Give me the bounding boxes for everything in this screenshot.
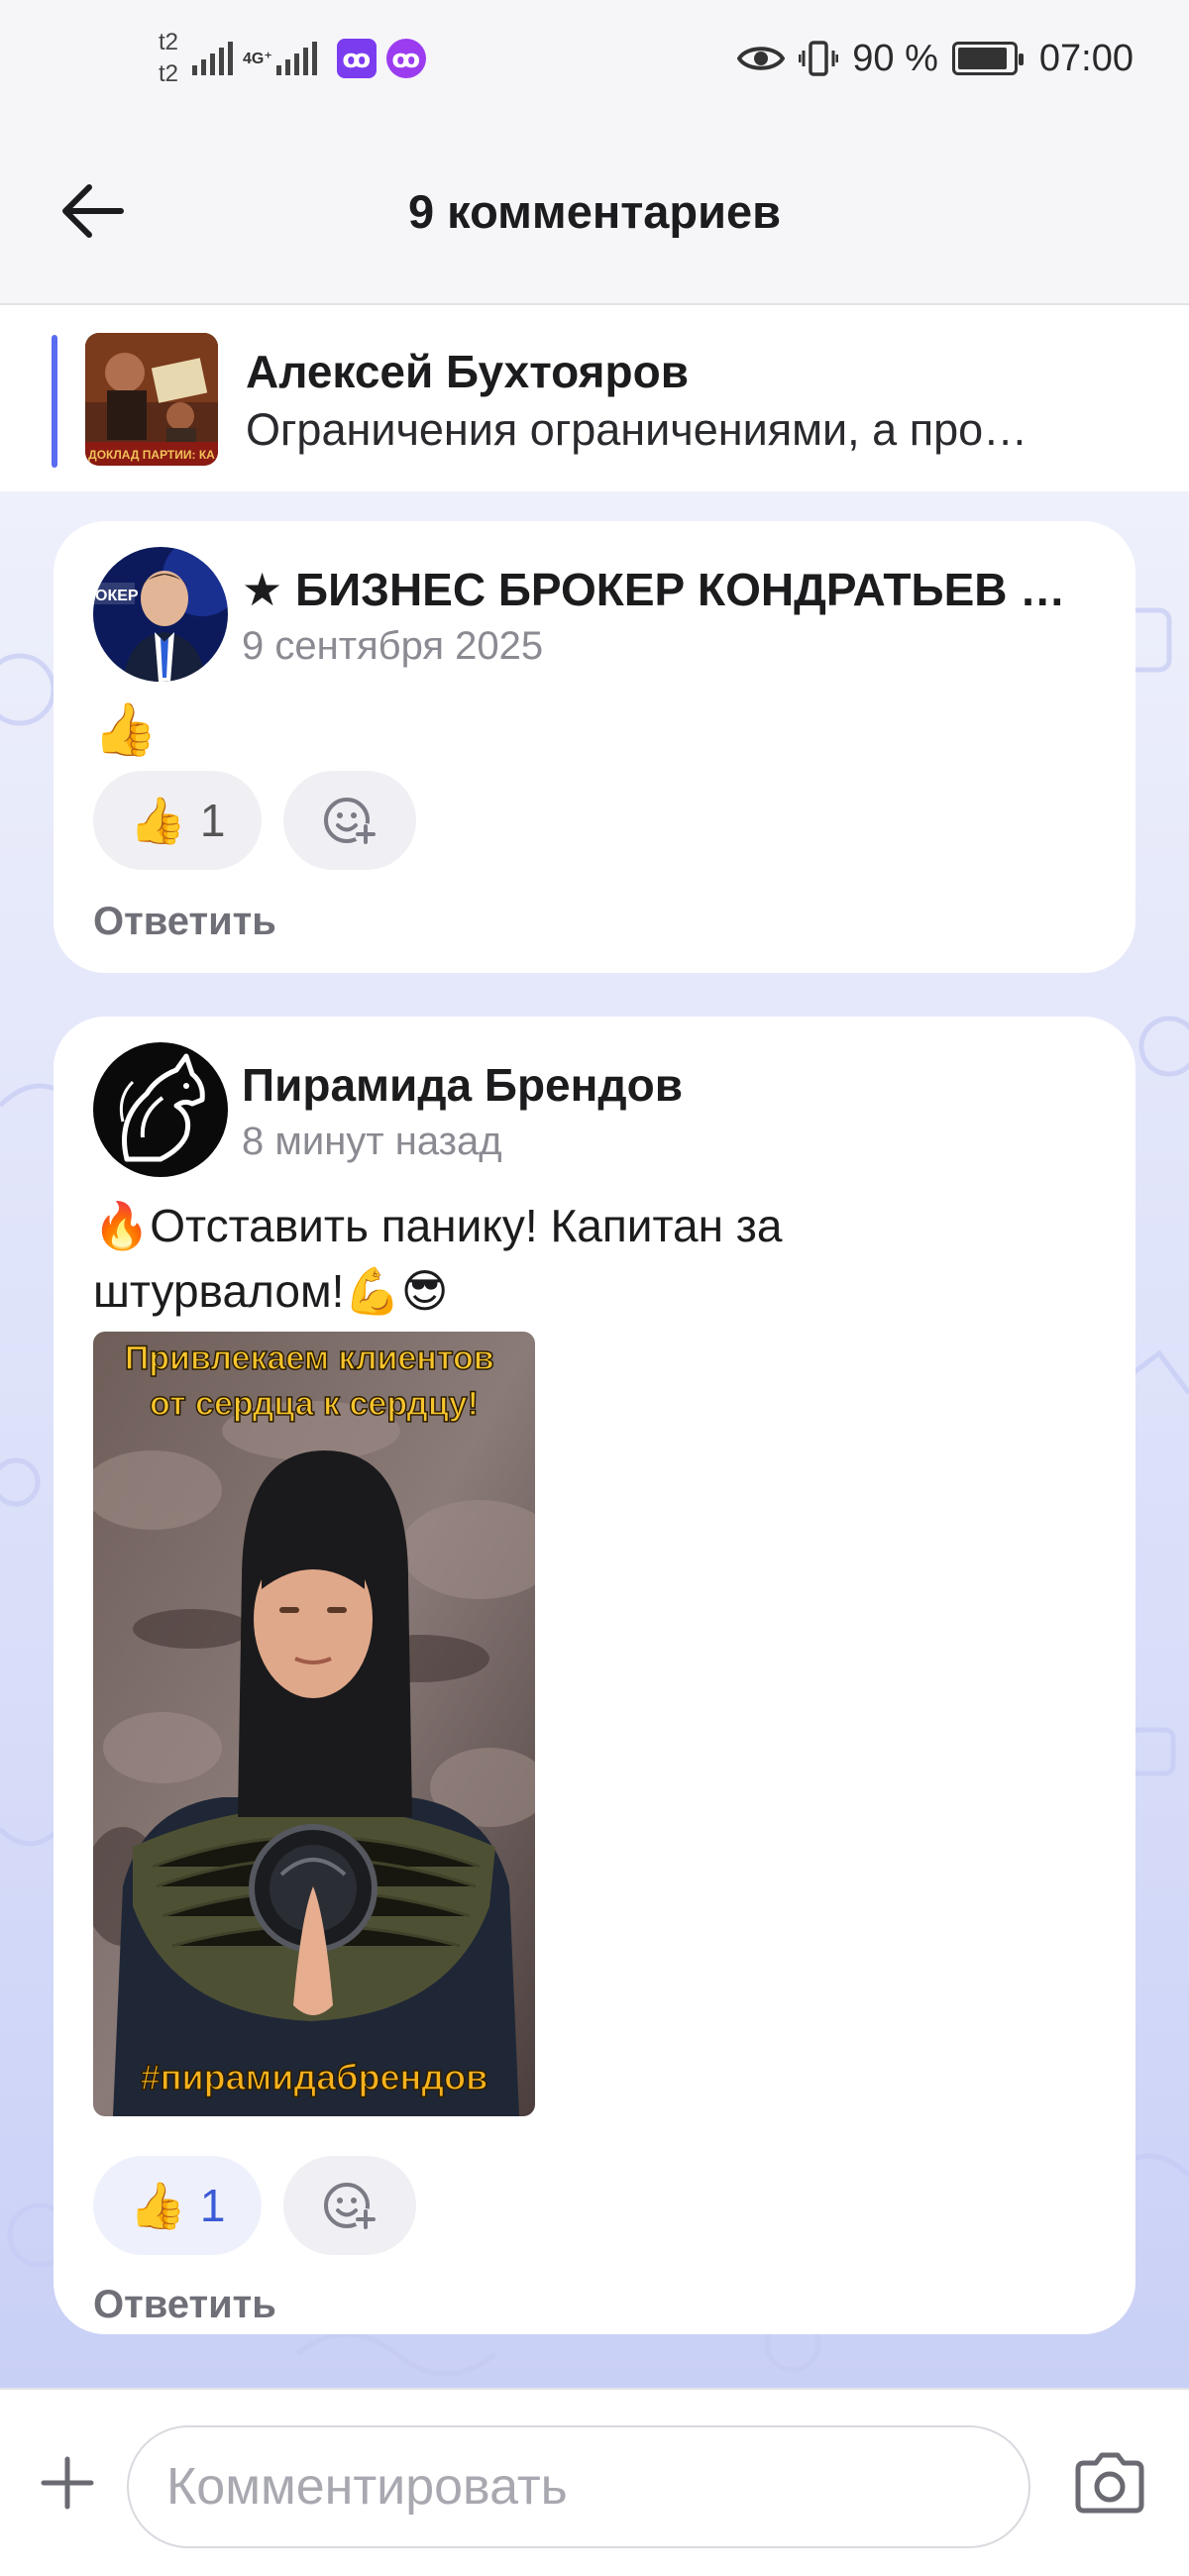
reply-button[interactable]: Ответить [93,2283,276,2327]
reaction-count: 1 [199,2180,226,2231]
add-emoji-icon [324,798,377,845]
comment-card: ОКЕР ★ БИЗНЕС БРОКЕР КОНДРАТЬЕВ … 9 сент… [54,521,1135,973]
battery-icon [951,42,1024,75]
image-caption-top: от сердца к сердцу! [150,1385,479,1423]
reaction-count: 1 [199,795,226,846]
comment-text: 👍 [93,701,158,759]
like-reaction-button[interactable]: 👍 1 [93,2156,262,2255]
comments-feed[interactable]: ОКЕР ★ БИЗНЕС БРОКЕР КОНДРАТЬЕВ … 9 сент… [0,491,1189,2388]
reactions-row: 👍 1 [93,771,416,870]
plus-icon [41,2456,94,2510]
add-emoji-icon [324,2183,377,2230]
eye-icon [737,47,786,70]
add-reaction-button[interactable] [283,2156,416,2255]
add-reaction-button[interactable] [283,771,416,870]
reply-button[interactable]: Ответить [93,900,276,944]
pinned-post-thumbnail: ДОКЛАД ПАРТИИ: КА [85,333,218,466]
signal-icon [192,42,234,75]
image-caption-bottom: #пирамидабрендов [141,2057,488,2097]
thumbnail-caption: ДОКЛАД ПАРТИИ: КА [88,448,215,462]
reactions-row: 👍 1 [93,2156,416,2255]
carrier-1: t2 [159,29,179,55]
battery-level [957,48,1007,69]
carrier-2: t2 [159,60,179,87]
comment-card: Пирамида Брендов 8 минут назад 🔥Отставит… [54,1017,1135,2334]
thumbs-up-icon: 👍 [129,794,186,846]
signal-icon [275,42,317,75]
comment-text: 🔥Отставить панику! Капитан за штурвалом!… [93,1193,1094,1324]
app-notification-icon: ꝏ [336,39,377,78]
avatar-caption: ОКЕР [95,588,139,604]
pinned-post-author: Алексей Бухтояров [246,346,689,397]
avatar[interactable]: ОКЕР [93,547,228,682]
status-bar: t2 t2 4G⁺ ꝏ ꝏ 90 % 07:00 [0,0,1189,117]
comment-text-line: 🔥Отставить панику! Капитан за [93,1200,783,1251]
comment-author[interactable]: ★ БИЗНЕС БРОКЕР КОНДРАТЬЕВ … [242,563,1104,616]
camera-icon [1075,2452,1144,2514]
attach-button[interactable] [30,2445,105,2521]
battery-percent: 90 % [852,37,938,79]
thumbs-up-icon: 👍 [129,2179,186,2231]
page-title: 9 комментариев [407,185,782,238]
carrier-labels: t2 t2 [159,27,178,90]
vibrate-icon [799,41,839,76]
pinned-post[interactable]: ДОКЛАД ПАРТИИ: КА Алексей Бухтояров Огра… [0,305,1189,491]
pinned-post-text: Ограничения ограничениями, а про… [246,404,1028,455]
header: 9 комментариев [0,117,1189,305]
pinned-accent-bar [52,335,57,468]
camera-button[interactable] [1066,2443,1153,2522]
app-notification-icon: ꝏ [385,39,426,78]
comment-attached-image[interactable]: Привлекаем клиентов от сердца к сердцу! … [93,1332,535,2116]
comment-date: 8 минут назад [242,1120,502,1163]
like-reaction-button[interactable]: 👍 1 [93,771,262,870]
comment-text-line: штурвалом!💪😎 [93,1265,449,1317]
comment-date: 9 сентября 2025 [242,624,544,668]
image-caption-top: Привлекаем клиентов [125,1340,494,1377]
comment-input[interactable] [127,2425,1030,2548]
network-type: 4G⁺ [243,51,272,67]
comment-author[interactable]: Пирамида Брендов [242,1058,1104,1112]
comment-input-bar [0,2388,1189,2576]
avatar[interactable] [93,1042,228,1177]
clock: 07:00 [1038,37,1134,79]
